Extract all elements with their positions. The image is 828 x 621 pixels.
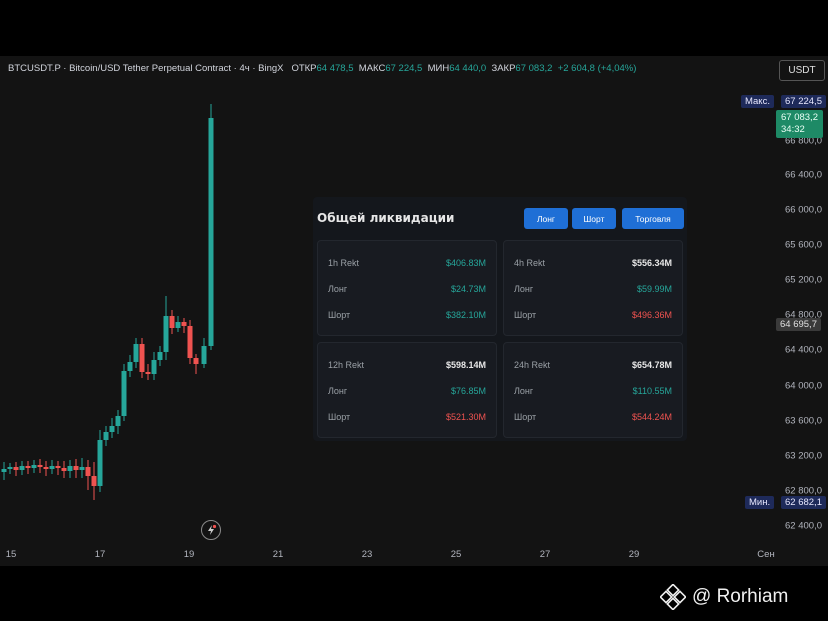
long-value: $24.73M bbox=[450, 284, 486, 294]
long-value: $110.55M bbox=[632, 386, 672, 396]
binance-logo-icon bbox=[660, 584, 686, 610]
candle-body bbox=[97, 440, 103, 486]
candle-body bbox=[208, 118, 214, 346]
candle-body bbox=[139, 344, 145, 372]
min-label: Мин. bbox=[745, 496, 775, 509]
current-price: 67 083,2 bbox=[781, 112, 818, 123]
short-label: Шорт bbox=[328, 310, 351, 320]
candle-body bbox=[49, 466, 55, 469]
candle-body bbox=[67, 466, 73, 471]
candle-body bbox=[37, 465, 43, 467]
trade-button[interactable]: Торговля bbox=[622, 208, 684, 229]
candle-body bbox=[25, 466, 31, 468]
candle-body bbox=[201, 346, 207, 364]
time-tick: Сен bbox=[757, 549, 775, 560]
time-tick: 15 bbox=[5, 549, 17, 560]
max-label: Макс. bbox=[741, 95, 774, 108]
long-label: Лонг bbox=[514, 284, 534, 294]
candle-body bbox=[73, 466, 79, 470]
candle-body bbox=[79, 467, 85, 470]
candle-body bbox=[7, 467, 13, 469]
liquidation-panel: Общей ликвидации Лонг Шорт Торговля 1h R… bbox=[313, 197, 687, 441]
candle-body bbox=[193, 358, 199, 364]
time-tick: 29 bbox=[628, 549, 640, 560]
watermark: @ Rorhiam bbox=[660, 584, 788, 610]
candle-body bbox=[175, 322, 181, 328]
candle-countdown: 34:32 bbox=[781, 124, 805, 135]
candle-body bbox=[61, 468, 67, 471]
short-label: Шорт bbox=[328, 412, 351, 422]
period-label: 24h Rekt bbox=[514, 360, 551, 370]
liquidation-card-12h: 12h Rekt $598.14M Лонг $76.85M Шорт $521.30… bbox=[317, 342, 497, 438]
candle-body bbox=[43, 467, 49, 469]
time-tick: 27 bbox=[539, 549, 551, 560]
long-value: $76.85M bbox=[450, 386, 486, 396]
short-value: $521.30M bbox=[445, 412, 486, 422]
watermark-text: @ Rorhiam bbox=[692, 586, 789, 607]
candle-body bbox=[31, 465, 37, 468]
candle-body bbox=[19, 466, 25, 470]
period-label: 1h Rekt bbox=[328, 258, 360, 268]
candle-body bbox=[115, 416, 121, 426]
candle-body bbox=[91, 476, 97, 486]
candle-body bbox=[181, 322, 187, 326]
time-tick: 21 bbox=[272, 549, 284, 560]
candle-body bbox=[121, 371, 127, 416]
max-value: 67 224,5 bbox=[781, 95, 826, 108]
candle-body bbox=[55, 466, 61, 468]
long-label: Лонг bbox=[514, 386, 534, 396]
candle-body bbox=[151, 360, 157, 374]
total-value: $654.78M bbox=[631, 360, 672, 370]
candle-body bbox=[163, 316, 169, 352]
period-label: 4h Rekt bbox=[514, 258, 546, 268]
long-button[interactable]: Лонг bbox=[524, 208, 568, 229]
total-value: $556.34M bbox=[631, 258, 672, 268]
current-price-tag: 67 083,2 34:32 bbox=[776, 110, 823, 138]
candle-body bbox=[145, 372, 151, 374]
long-label: Лонг bbox=[328, 284, 348, 294]
candle-body bbox=[85, 467, 91, 476]
candle-body bbox=[1, 469, 7, 472]
short-button[interactable]: Шорт bbox=[572, 208, 616, 229]
lightning-icon[interactable] bbox=[201, 520, 221, 540]
candle-body bbox=[109, 426, 115, 432]
time-tick: 23 bbox=[361, 549, 373, 560]
candle-body bbox=[157, 352, 163, 360]
liquidation-card-1h: 1h Rekt $406.83M Лонг $24.73M Шорт $382.10M bbox=[317, 240, 497, 336]
time-tick: 17 bbox=[94, 549, 106, 560]
total-value: $406.83M bbox=[445, 258, 486, 268]
candle-body bbox=[187, 326, 193, 358]
short-value: $382.10M bbox=[445, 310, 486, 320]
panel-title: Общей ликвидации bbox=[317, 211, 455, 225]
liquidation-card-4h: 4h Rekt $556.34M Лонг $59.99M Шорт $496.36M bbox=[503, 240, 683, 336]
short-value: $544.24M bbox=[631, 412, 672, 422]
crosshair-price: 64 695,7 bbox=[776, 318, 821, 331]
candle-body bbox=[169, 316, 175, 328]
liquidation-card-24h: 24h Rekt $654.78M Лонг $110.55M Шорт $544.2… bbox=[503, 342, 683, 438]
total-value: $598.14M bbox=[445, 360, 486, 370]
long-value: $59.99M bbox=[636, 284, 672, 294]
short-label: Шорт bbox=[514, 412, 537, 422]
candle-body bbox=[103, 432, 109, 440]
period-label: 12h Rekt bbox=[328, 360, 365, 370]
short-label: Шорт bbox=[514, 310, 537, 320]
candles-group bbox=[1, 104, 214, 500]
min-value: 62 682,1 bbox=[781, 496, 826, 509]
candle-body bbox=[13, 467, 19, 470]
time-tick: 25 bbox=[450, 549, 462, 560]
candle-body bbox=[127, 362, 133, 371]
candle-body bbox=[133, 344, 139, 362]
time-tick: 19 bbox=[183, 549, 195, 560]
long-label: Лонг bbox=[328, 386, 348, 396]
short-value: $496.36M bbox=[631, 310, 672, 320]
